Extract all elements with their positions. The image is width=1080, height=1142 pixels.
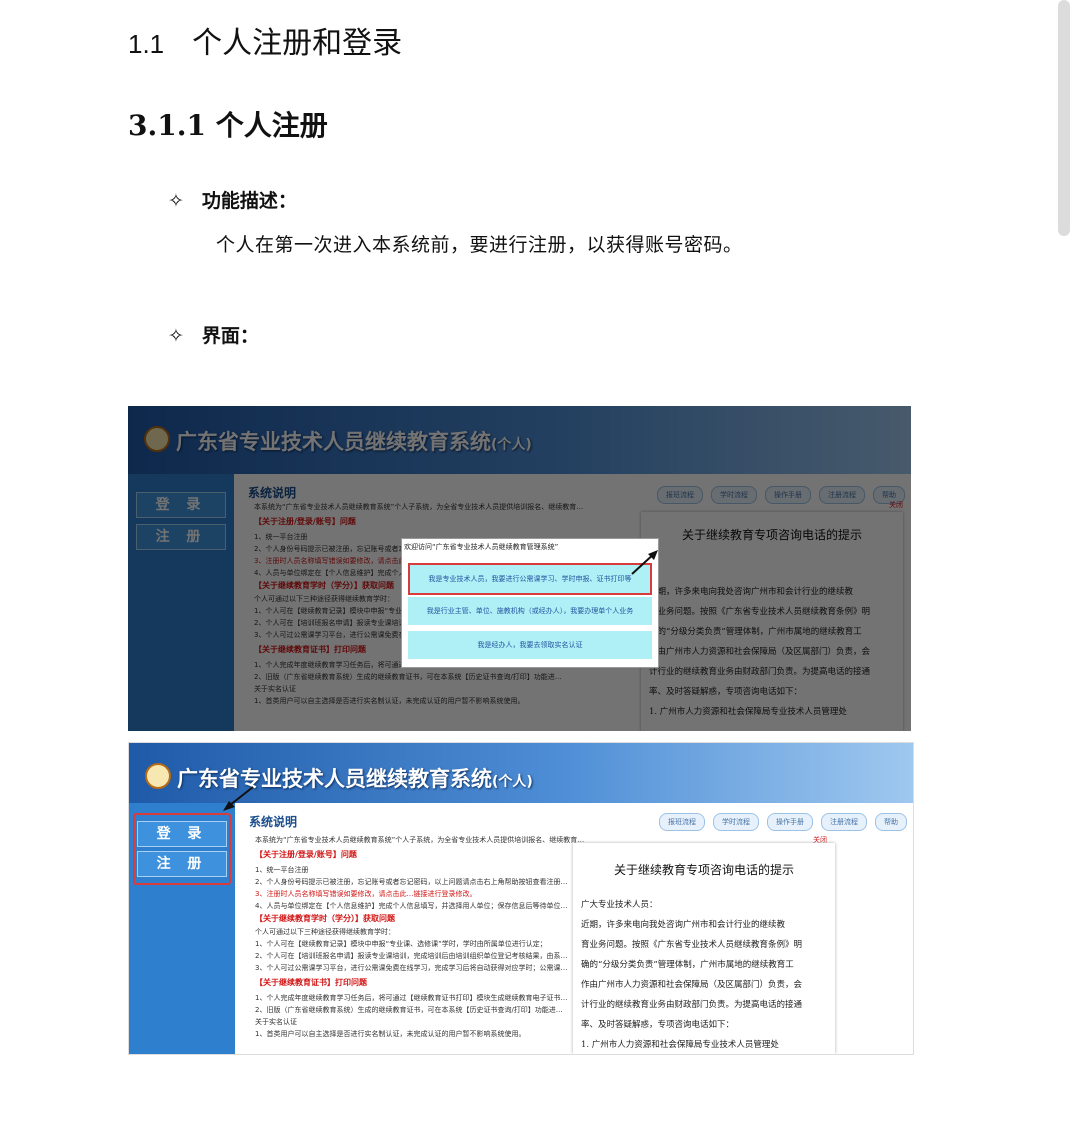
faq-line: 3、个人可过公需课学习平台，进行公需课免费在线学习，完成学习后将自动获得对应学时… — [255, 964, 568, 972]
notice-line: 确的“分级分类负责”管理体制，广州市属地的继续教育工 — [581, 960, 794, 970]
professional-entry-button[interactable]: 我是专业技术人员，我要进行公需课学习、学时申报、证书打印等 — [408, 563, 652, 595]
notice-line: 近期，许多来电向我处咨询广州市和会计行业的继续教 — [581, 920, 786, 930]
heading-1: 1.1 个人注册和登录 — [128, 18, 402, 62]
system-title-suffix: (个人) — [492, 774, 533, 790]
diamond-bullet-icon: ✧ — [168, 325, 184, 347]
tab-item[interactable]: 操作手册 — [767, 813, 813, 831]
notice-line: 1. 广州市人力资源和社会保障局专业技术人员管理处 — [581, 1040, 779, 1050]
function-label: 功能描述： — [201, 190, 297, 212]
notice-line: 率、及时答疑解惑，专项咨询电话如下： — [581, 1020, 735, 1030]
heading-1-title: 个人注册和登录 — [192, 26, 403, 61]
scrollbar-thumb[interactable] — [1058, 0, 1070, 236]
faq-heading: 【关于继续教育学时（学分）】获取问题 — [255, 914, 395, 923]
tab-item[interactable]: 帮助 — [875, 813, 907, 831]
welcome-modal: 欢迎访问“广东省专业技术人员继续教育管理系统” 我是专业技术人员，我要进行公需课… — [401, 538, 659, 668]
screenshot-modal: 广东省专业技术人员继续教育系统(个人) 登 录 注 册 系统说明 报班流程学时流… — [128, 406, 911, 731]
handler-entry-button[interactable]: 我是经办人，我要去领取实名认证 — [408, 631, 652, 659]
faq-line: 3、注册时人员名称填写错误如要修改，请点击此…链接进行登录修改。 — [255, 890, 477, 898]
faq-line: 1、个人可在【继续教育记录】模块中申报“专业课、选修课”学时，学时由所属单位进行… — [255, 940, 547, 948]
arrow-pointer-icon — [631, 550, 658, 575]
tab-bar: 报班流程学时流程操作手册注册流程帮助 — [651, 809, 907, 831]
screenshot-login: 广东省专业技术人员继续教育系统(个人) 登 录 注 册 系统说明 报班流程 学时流… — [128, 742, 914, 1055]
bullet-function: ✧ 功能描述： — [168, 186, 297, 213]
faq-line: 4、人员与单位绑定在【个人信息维护】完成个人信息填写，并选择用人单位；保存信息后… — [255, 902, 568, 910]
faq-line: 1、个人完成年度继续教育学习任务后，将可通过【继续教育证书打印】模块生成继续教育… — [255, 994, 568, 1002]
faq-line: 2、个人可在【培训班报名申请】报读专业课培训，完成培训后由培训组织单位登记考核结… — [255, 952, 568, 960]
notice-line: 作由广州市人力资源和社会保障局（及区属部门）负责，会 — [581, 980, 803, 990]
modal-title: 欢迎访问“广东省专业技术人员继续教育管理系统” — [404, 543, 559, 551]
interface-label: 界面： — [201, 325, 259, 347]
intro-text: 本系统为“广东省专业技术人员继续教育系统”个人子系统，为全省专业技术人员提供培训… — [255, 836, 585, 844]
tab-item[interactable]: 注册流程 — [821, 813, 867, 831]
function-description: 个人在第一次进入本系统前，要进行注册，以获得账号密码。 — [216, 234, 743, 256]
faq-heading: 【关于注册/登录/账号】问题 — [255, 850, 357, 859]
faq-line: 2、个人身份号码提示已被注册，忘记账号或者忘记密码，以上问题请点击右上角帮助按钮… — [255, 878, 568, 886]
notice-greeting: 广大专业技术人员： — [581, 900, 658, 910]
diamond-bullet-icon: ✧ — [168, 190, 184, 212]
notice-panel: 关于继续教育专项咨询电话的提示 广大专业技术人员： 近期，许多来电向我处咨询广州… — [573, 843, 835, 1054]
heading-1-number: 1.1 — [128, 29, 165, 59]
faq-line: 个人可通过以下三种途径获得继续教育学时： — [255, 928, 395, 936]
main-panel: 系统说明 报班流程学时流程操作手册注册流程帮助 本系统为“广东省专业技术人员继续… — [235, 803, 913, 1054]
notice-title: 关于继续教育专项咨询电话的提示 — [613, 863, 794, 877]
tab-item[interactable]: 报班流程 — [659, 813, 705, 831]
faq-heading: 【关于继续教育证书】打印问题 — [255, 978, 367, 987]
left-sidebar: 登 录 注 册 — [129, 803, 235, 1054]
register-button[interactable]: 注 册 — [137, 851, 227, 877]
emblem-icon — [145, 763, 171, 789]
notice-body: 广大专业技术人员： 近期，许多来电向我处咨询广州市和会计行业的继续教 育业务问题… — [581, 895, 827, 1054]
login-button[interactable]: 登 录 — [137, 821, 227, 847]
faq-line: 1、统一平台注册 — [255, 866, 309, 874]
organization-entry-button[interactable]: 我是行业主管、单位、施教机构（或经办人），我要办理单个人业务 — [408, 597, 652, 625]
faq-line: 1、首类用户可以自主选择是否进行实名制认证，未完成认证的用户暂不影响系统使用。 — [255, 1030, 526, 1038]
faq-line: 2、旧版（广东省继续教育系统）生成的继续教育证书，可在本系统【历史证书查询/打印… — [255, 1006, 563, 1014]
bullet-interface: ✧ 界面： — [168, 321, 259, 348]
notice-line: 计行业的继续教育业务由财政部门负责。为提高电话的接通 — [581, 1000, 803, 1010]
faq-line: 关于实名认证 — [255, 1018, 297, 1026]
section-title: 系统说明 — [249, 815, 298, 829]
notice-line: 育业务问题。按照《广东省专业技术人员继续教育条例》明 — [581, 940, 803, 950]
tab-item[interactable]: 学时流程 — [713, 813, 759, 831]
heading-2: 3.1.1 个人注册 — [128, 109, 328, 142]
